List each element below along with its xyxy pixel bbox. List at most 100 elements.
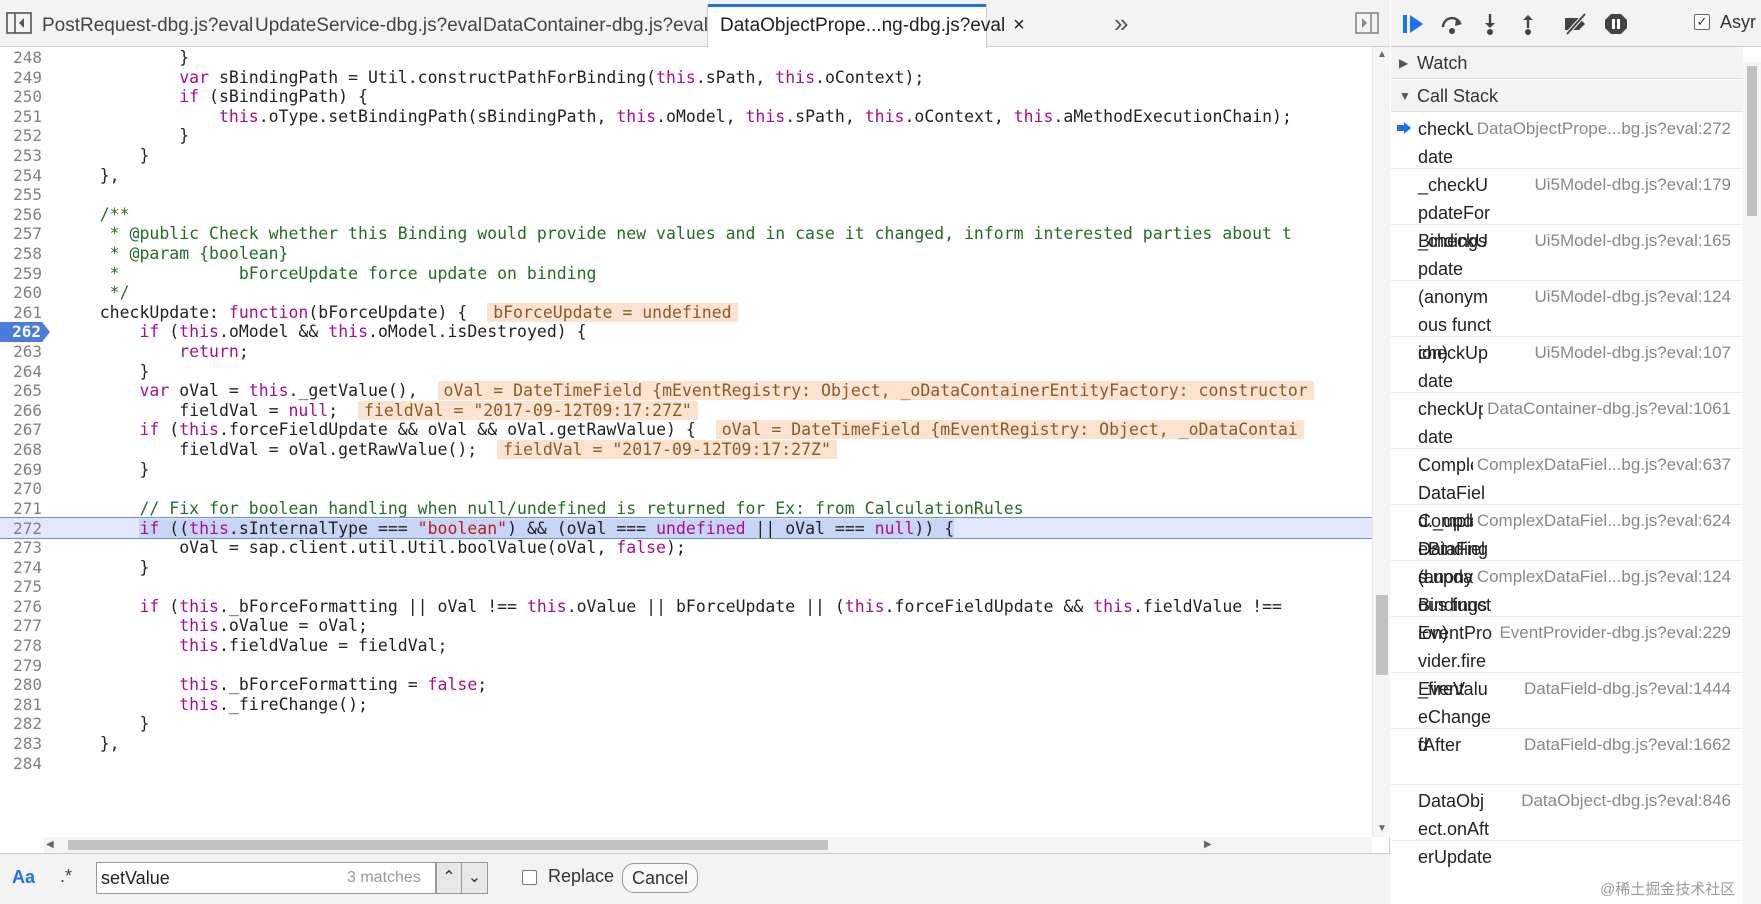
tab-label: UpdateService-dbg.js?eval	[255, 15, 483, 36]
frame-location[interactable]: ComplexDataFiel...bg.js?eval:637	[1472, 451, 1731, 479]
call-frame[interactable]: DataObject.onAfterUpdate DataObject-dbg.j…	[1391, 785, 1743, 867]
call-frame[interactable]: _checkUpdate Ui5Model-dbg.js?eval:165	[1391, 225, 1743, 281]
frame-location[interactable]: Ui5Model-dbg.js?eval:165	[1530, 227, 1731, 255]
scrollbar-thumb[interactable]	[1376, 595, 1388, 675]
frame-function-name: (anonymous function)	[1418, 287, 1492, 363]
previous-match-button[interactable]: ⌃	[436, 862, 462, 894]
search-input[interactable]	[101, 866, 331, 890]
frame-function-name: _checkUpdateForBindings	[1418, 175, 1491, 251]
frame-function-name: _checkUpdate	[1418, 231, 1489, 279]
expand-arrow-icon: ▶	[1399, 56, 1409, 70]
sidebar-vertical-scrollbar[interactable]	[1743, 62, 1761, 904]
scroll-down-icon[interactable]: ▼	[1377, 823, 1387, 834]
frame-location[interactable]: DataContainer-dbg.js?eval:1061	[1483, 395, 1731, 423]
inline-value: oVal = DateTimeField {mEventRegistry: Ob…	[437, 381, 1314, 401]
close-tab-icon[interactable]: ×	[1013, 4, 1025, 47]
scrollbar-thumb[interactable]	[68, 840, 828, 850]
frame-location[interactable]: Ui5Model-dbg.js?eval:107	[1530, 339, 1731, 367]
call-frame[interactable]: checkUpdate Ui5Model-dbg.js?eval:107	[1391, 337, 1743, 393]
regex-button[interactable]: .*	[60, 866, 72, 887]
frame-location[interactable]: Ui5Model-dbg.js?eval:179	[1530, 171, 1731, 199]
frame-location[interactable]: ComplexDataFiel...bg.js?eval:124	[1472, 563, 1731, 591]
frame-location[interactable]: DataObjectPrope...bg.js?eval:272	[1472, 115, 1731, 143]
navigator-toggle-icon[interactable]	[6, 12, 32, 34]
resume-icon[interactable]	[1401, 12, 1427, 36]
scroll-right-icon[interactable]: ▶	[1204, 839, 1212, 850]
code-line[interactable]: 284	[0, 753, 1372, 775]
debugger-toolbar: ✓ Asyr	[1391, 0, 1761, 47]
chevron-down-icon: ⌄	[467, 869, 482, 886]
inline-value: oVal = DateTimeField {mEventRegistry: Ob…	[715, 420, 1304, 440]
inline-value: bForceUpdate = undefined	[487, 302, 738, 322]
call-frame[interactable]: (anonymous function) ComplexDataFiel...bg…	[1391, 561, 1743, 643]
frame-function-name: DataObject.onAfterUpdate	[1418, 791, 1493, 867]
frame-location[interactable]: DataObject-dbg.js?eval:846	[1517, 787, 1731, 815]
tab-dataobjectproperty[interactable]: DataObjectPrope...ng-dbg.js?eval ×	[707, 4, 1025, 48]
code-editor[interactable]: 248 } 249 var sBindingPath = Util.constru…	[0, 47, 1390, 855]
collapse-arrow-icon: ▼	[1399, 89, 1411, 103]
inline-value: fieldVal = "2017-09-12T09:17:27Z"	[358, 400, 698, 420]
async-label: Asyr	[1720, 12, 1756, 32]
deactivate-breakpoints-icon[interactable]	[1563, 12, 1589, 36]
search-field: 3 matches	[96, 862, 436, 894]
scrollbar-thumb[interactable]	[1747, 66, 1757, 216]
frame-function-name: fAfter	[1418, 735, 1462, 755]
frame-location[interactable]: EventProvider-dbg.js?eval:229	[1495, 619, 1731, 647]
scroll-up-icon[interactable]: ▲	[1377, 49, 1387, 60]
breakpoint-line-number[interactable]: 262	[0, 322, 52, 342]
frame-location[interactable]: DataField-dbg.js?eval:1662	[1520, 731, 1731, 759]
tab-label: DataContainer-dbg.js?eval	[483, 15, 708, 36]
match-case-button[interactable]: Aa	[12, 867, 35, 888]
watch-section-header[interactable]: ▶ Watch	[1391, 47, 1743, 79]
step-into-icon[interactable]	[1477, 12, 1503, 36]
editor-horizontal-scrollbar[interactable]: ◀ ▶	[44, 837, 1372, 853]
call-frame[interactable]: _checkUpdateForBindings Ui5Model-dbg.js?e…	[1391, 169, 1743, 251]
call-frame[interactable]: ComplexDataField.updateBindings ComplexDa…	[1391, 505, 1743, 615]
frame-location[interactable]: Ui5Model-dbg.js?eval:124	[1530, 283, 1731, 311]
step-over-icon[interactable]	[1439, 12, 1465, 36]
tab-label: PostRequest-dbg.js?eval	[42, 15, 254, 36]
editor-vertical-scrollbar[interactable]: ▲ ▼	[1372, 47, 1390, 837]
watermark: @稀土掘金技术社区	[1600, 881, 1736, 898]
callstack-label: Call Stack	[1417, 86, 1499, 106]
call-stack-list: checkUpdate DataObjectPrope...bg.js?eval:…	[1391, 113, 1743, 904]
tab-postrequest[interactable]: PostRequest-dbg.js?eval	[30, 4, 253, 47]
editor-tab-bar: PostRequest-dbg.js?eval UpdateService-db…	[0, 0, 1390, 48]
replace-checkbox[interactable]	[522, 870, 537, 885]
call-frame[interactable]: checkUpdate DataContainer-dbg.js?eval:106…	[1391, 393, 1743, 449]
async-checkbox[interactable]: ✓	[1694, 14, 1710, 30]
call-frame[interactable]: EventProvider.fireEvent EventProvider-dbg…	[1391, 617, 1743, 699]
frame-location[interactable]: DataField-dbg.js?eval:1444	[1520, 675, 1731, 703]
chevron-up-icon: ⌃	[442, 869, 456, 886]
next-match-button[interactable]: ⌄	[462, 862, 488, 894]
frame-location[interactable]: ComplexDataFiel...bg.js?eval:624	[1472, 507, 1731, 535]
frame-function-name: EventProvider.fireEvent	[1418, 623, 1493, 699]
line-number[interactable]: 262	[0, 322, 44, 342]
tabs-overflow-icon[interactable]: »	[1114, 8, 1128, 39]
cancel-button[interactable]: Cancel	[622, 863, 698, 893]
tab-datacontainer[interactable]: DataContainer-dbg.js?eval	[471, 4, 708, 47]
call-frame[interactable]: checkUpdate DataObjectPrope...bg.js?eval:…	[1391, 113, 1743, 169]
tab-updateservice[interactable]: UpdateService-dbg.js?eval	[243, 4, 482, 47]
tab-label: DataObjectPrope...ng-dbg.js?eval	[720, 15, 1006, 36]
callstack-section-header[interactable]: ▼ Call Stack	[1391, 80, 1743, 112]
pause-on-exceptions-icon[interactable]	[1603, 12, 1629, 36]
debugger-sidebar: ✓ Asyr ▶ Watch ▼ Call Stack checkUpdate D…	[1391, 0, 1761, 904]
search-bar: Aa .* 3 matches ⌃ ⌄ Replace Cancel	[0, 853, 1390, 904]
frame-function-name: _fireValueChanged	[1418, 679, 1492, 755]
call-frame[interactable]: _fireValueChanged DataField-dbg.js?eval:1…	[1391, 673, 1743, 755]
watch-label: Watch	[1417, 53, 1468, 73]
debugger-sidebar-toggle-icon[interactable]	[1355, 12, 1379, 34]
call-frame[interactable]: fAfter DataField-dbg.js?eval:1662	[1391, 729, 1743, 785]
line-number[interactable]: 284	[0, 753, 44, 775]
scroll-left-icon[interactable]: ◀	[46, 839, 54, 850]
call-frame[interactable]: (anonymous function) Ui5Model-dbg.js?eval…	[1391, 281, 1743, 363]
frame-function-name: checkUpdate	[1418, 343, 1489, 391]
match-count: 3 matches	[347, 869, 421, 886]
call-frame[interactable]: ComplexDataField._updateBindings ComplexD…	[1391, 449, 1743, 587]
inline-value: fieldVal = "2017-09-12T09:17:27Z"	[497, 440, 837, 459]
replace-label: Replace	[548, 866, 615, 886]
step-out-icon[interactable]	[1515, 12, 1541, 36]
editor-pane: PostRequest-dbg.js?eval UpdateService-db…	[0, 0, 1390, 904]
current-frame-arrow-icon	[1397, 122, 1411, 134]
